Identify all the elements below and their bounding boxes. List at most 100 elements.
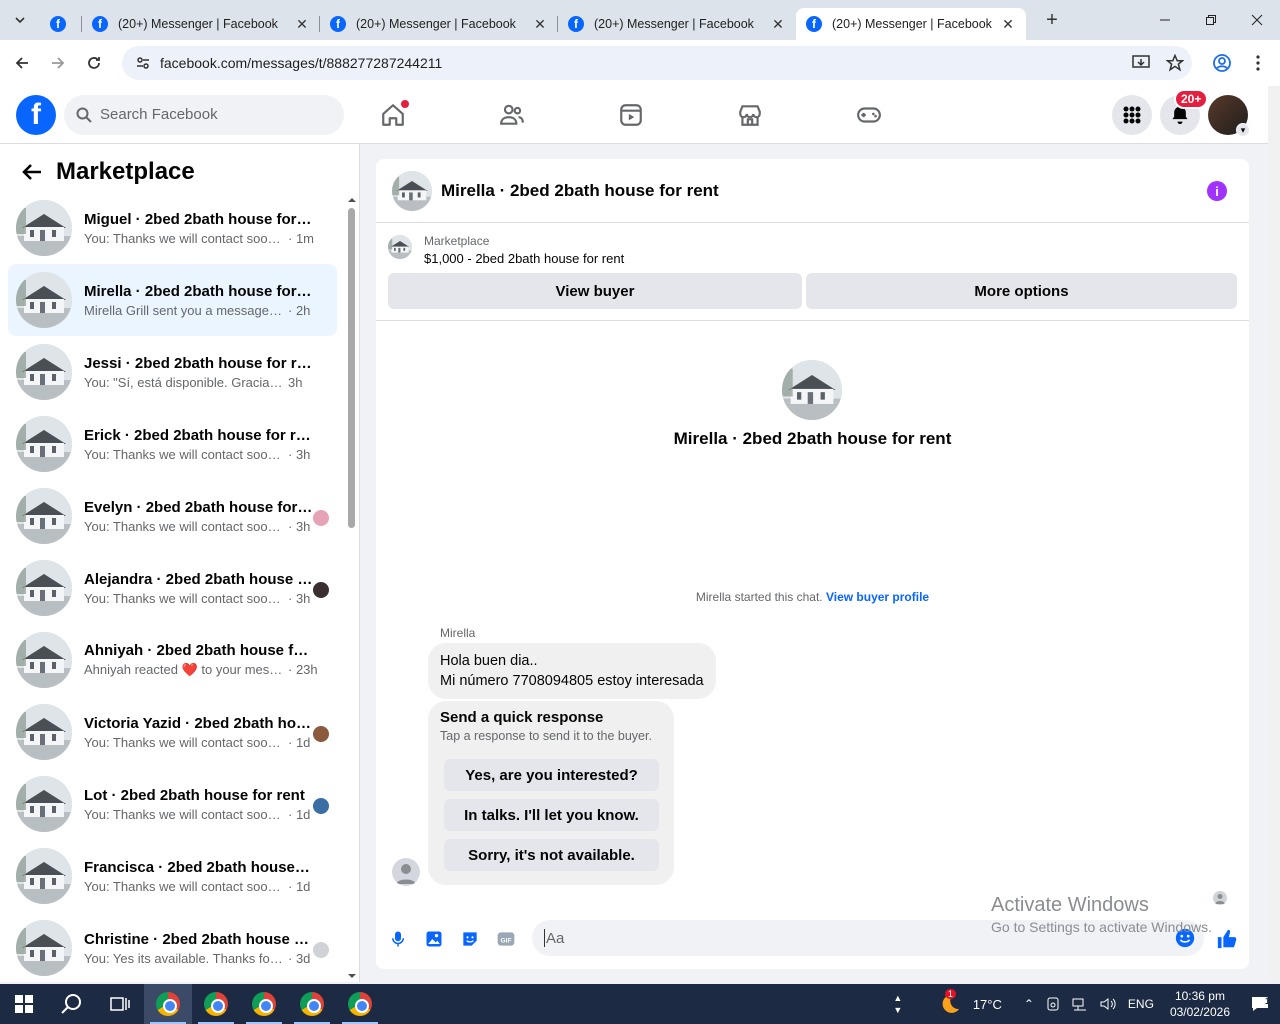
weather-temp[interactable]: 17°C <box>967 997 1008 1012</box>
chrome-taskbar-icon[interactable] <box>144 984 192 1024</box>
quick-response-option[interactable]: In talks. I'll let you know. <box>444 799 659 831</box>
conversation-preview: You: Thanks we will contact soon w... <box>84 230 284 246</box>
close-tab-icon[interactable]: ✕ <box>294 16 310 32</box>
browser-menu-icon[interactable] <box>1240 45 1276 81</box>
site-info-icon[interactable] <box>132 52 154 74</box>
weather-moon-icon[interactable]: 1 <box>933 989 967 1015</box>
tab-search-dropdown-icon[interactable] <box>6 6 34 34</box>
profile-icon[interactable] <box>1204 45 1240 81</box>
close-tab-icon[interactable]: ✕ <box>1000 16 1016 32</box>
forward-icon[interactable] <box>40 45 76 81</box>
home-icon[interactable] <box>333 86 452 144</box>
new-tab-icon[interactable]: + <box>1038 9 1066 32</box>
conversation-text: Ahniyah · 2bed 2bath house for rent Ahniy… <box>84 642 329 678</box>
close-tab-icon[interactable]: ✕ <box>770 16 786 32</box>
language-indicator[interactable]: ENG <box>1122 997 1160 1011</box>
taskbar-scroll-arrows[interactable]: ▲ ▼ <box>891 992 905 1016</box>
quick-response-card: Send a quick response Tap a response to … <box>428 701 674 885</box>
conversation-item[interactable]: Ahniyah · 2bed 2bath house for rent Ahniy… <box>8 624 337 696</box>
listing-thumbnail <box>16 344 72 400</box>
conversation-item[interactable]: Erick · 2bed 2bath house for rent You: Th… <box>8 408 337 480</box>
view-buyer-button[interactable]: View buyer <box>388 273 802 309</box>
restore-icon[interactable] <box>1188 0 1234 40</box>
conversation-item[interactable]: Lot · 2bed 2bath house for rent You: Than… <box>8 768 337 840</box>
view-buyer-profile-link[interactable]: View buyer profile <box>826 590 929 604</box>
listing-price[interactable]: $1,000 - 2bed 2bath house for rent <box>424 251 624 266</box>
chat-title[interactable]: Mirella · 2bed 2bath house for rent <box>441 181 719 201</box>
device-icon[interactable] <box>1040 997 1066 1011</box>
listing-thumbnail[interactable] <box>392 170 432 211</box>
task-view-icon[interactable] <box>96 984 144 1024</box>
chrome-taskbar-icon[interactable] <box>288 984 336 1024</box>
install-app-icon[interactable] <box>1124 55 1158 71</box>
conversation-preview: You: Thanks we will contact soon w... <box>84 446 284 462</box>
listing-thumbnail <box>16 920 72 976</box>
conversation-item[interactable]: Christine · 2bed 2bath house for rent You… <box>8 912 337 982</box>
conversation-preview: You: "Sí, está disponible. Gracias por..… <box>84 374 284 390</box>
gif-icon[interactable]: GIF <box>488 921 524 957</box>
browser-tab-active[interactable]: f (20+) Messenger | Facebook ✕ <box>796 8 1026 40</box>
conversation-item[interactable]: Jessi · 2bed 2bath house for rent You: "S… <box>8 336 337 408</box>
show-hidden-icons-icon[interactable]: ⌃ <box>1018 997 1040 1011</box>
more-options-button[interactable]: More options <box>806 273 1237 309</box>
menu-grid-icon[interactable] <box>1112 95 1152 135</box>
chrome-taskbar-icon[interactable] <box>336 984 384 1024</box>
url-text: facebook.com/messages/t/888277287244211 <box>160 55 443 71</box>
search-icon[interactable] <box>48 984 96 1024</box>
search-input[interactable]: Search Facebook <box>64 94 344 135</box>
info-icon[interactable]: i <box>1207 181 1227 201</box>
conversation-item[interactable]: Alejandra · 2bed 2bath house for rent You… <box>8 552 337 624</box>
like-thumb-icon[interactable] <box>1209 921 1245 957</box>
back-icon[interactable] <box>4 45 40 81</box>
browser-tab[interactable]: f (20+) Messenger | Facebook ✕ <box>558 8 796 40</box>
sidebar-scrollbar[interactable] <box>345 194 357 982</box>
quick-response-option[interactable]: Yes, are you interested? <box>444 759 659 791</box>
close-window-icon[interactable] <box>1234 0 1280 40</box>
chrome-taskbar-icon[interactable] <box>192 984 240 1024</box>
sticker-icon[interactable] <box>452 921 488 957</box>
clock[interactable]: 10:36 pm 03/02/2026 <box>1160 988 1240 1020</box>
incoming-message-bubble[interactable]: Hola buen dia.. Mi número 7708094805 est… <box>428 643 716 699</box>
conversation-text: Christine · 2bed 2bath house for rent You… <box>84 931 329 966</box>
conversation-item[interactable]: Miguel · 2bed 2bath house for rent You: T… <box>8 192 337 264</box>
conversation-time: · 2h <box>288 302 311 318</box>
back-arrow-icon[interactable] <box>20 160 44 184</box>
minimize-icon[interactable] <box>1142 0 1188 40</box>
listing-small-thumbnail[interactable] <box>388 235 412 259</box>
conversation-center-title: Mirella · 2bed 2bath house for rent <box>673 429 952 448</box>
friends-icon[interactable] <box>452 86 571 144</box>
account-avatar[interactable]: ▾ <box>1208 95 1250 137</box>
reload-icon[interactable] <box>76 45 112 81</box>
notifications-bell-icon[interactable]: 20+ <box>1160 89 1209 135</box>
notification-center-icon[interactable]: 1 <box>1240 996 1280 1012</box>
conversation-item[interactable]: Francisca · 2bed 2bath house for rent You… <box>8 840 337 912</box>
listing-thumbnail <box>16 704 72 760</box>
conversation-item[interactable]: Evelyn · 2bed 2bath house for rent You: T… <box>8 480 337 552</box>
bookmark-star-icon[interactable] <box>1158 54 1192 72</box>
scrollbar-thumb[interactable] <box>348 208 355 528</box>
video-icon[interactable] <box>571 86 690 144</box>
quick-response-option[interactable]: Sorry, it's not available. <box>444 839 659 871</box>
network-icon[interactable] <box>1066 997 1094 1011</box>
conversation-item[interactable]: Victoria Yazid · 2bed 2bath house for re… <box>8 696 337 768</box>
page-scrollbar[interactable] <box>1268 86 1280 982</box>
photo-icon[interactable] <box>416 921 452 957</box>
browser-tab[interactable]: f (20+) Messenger | Facebook ✕ <box>82 8 320 40</box>
window-controls <box>1142 0 1280 40</box>
started-text: Mirella started this chat. <box>695 590 823 604</box>
windows-start-icon[interactable] <box>0 984 48 1024</box>
facebook-logo-icon[interactable]: f <box>16 94 56 135</box>
browser-tab[interactable]: f (20+) Messenger | Facebook ✕ <box>320 8 558 40</box>
close-tab-icon[interactable]: ✕ <box>532 16 548 32</box>
microphone-icon[interactable] <box>380 921 416 957</box>
search-icon <box>76 107 92 123</box>
url-field[interactable]: facebook.com/messages/t/888277287244211 <box>122 46 1192 80</box>
pinned-facebook-tab[interactable]: f <box>38 8 82 40</box>
gaming-icon[interactable] <box>809 86 928 144</box>
chrome-taskbar-icon[interactable] <box>240 984 288 1024</box>
listing-thumbnail <box>16 848 72 904</box>
buyer-avatar[interactable] <box>392 858 420 886</box>
marketplace-icon[interactable] <box>690 86 809 144</box>
volume-icon[interactable] <box>1094 997 1122 1011</box>
conversation-item[interactable]: Mirella · 2bed 2bath house for rent Mirel… <box>8 264 337 336</box>
